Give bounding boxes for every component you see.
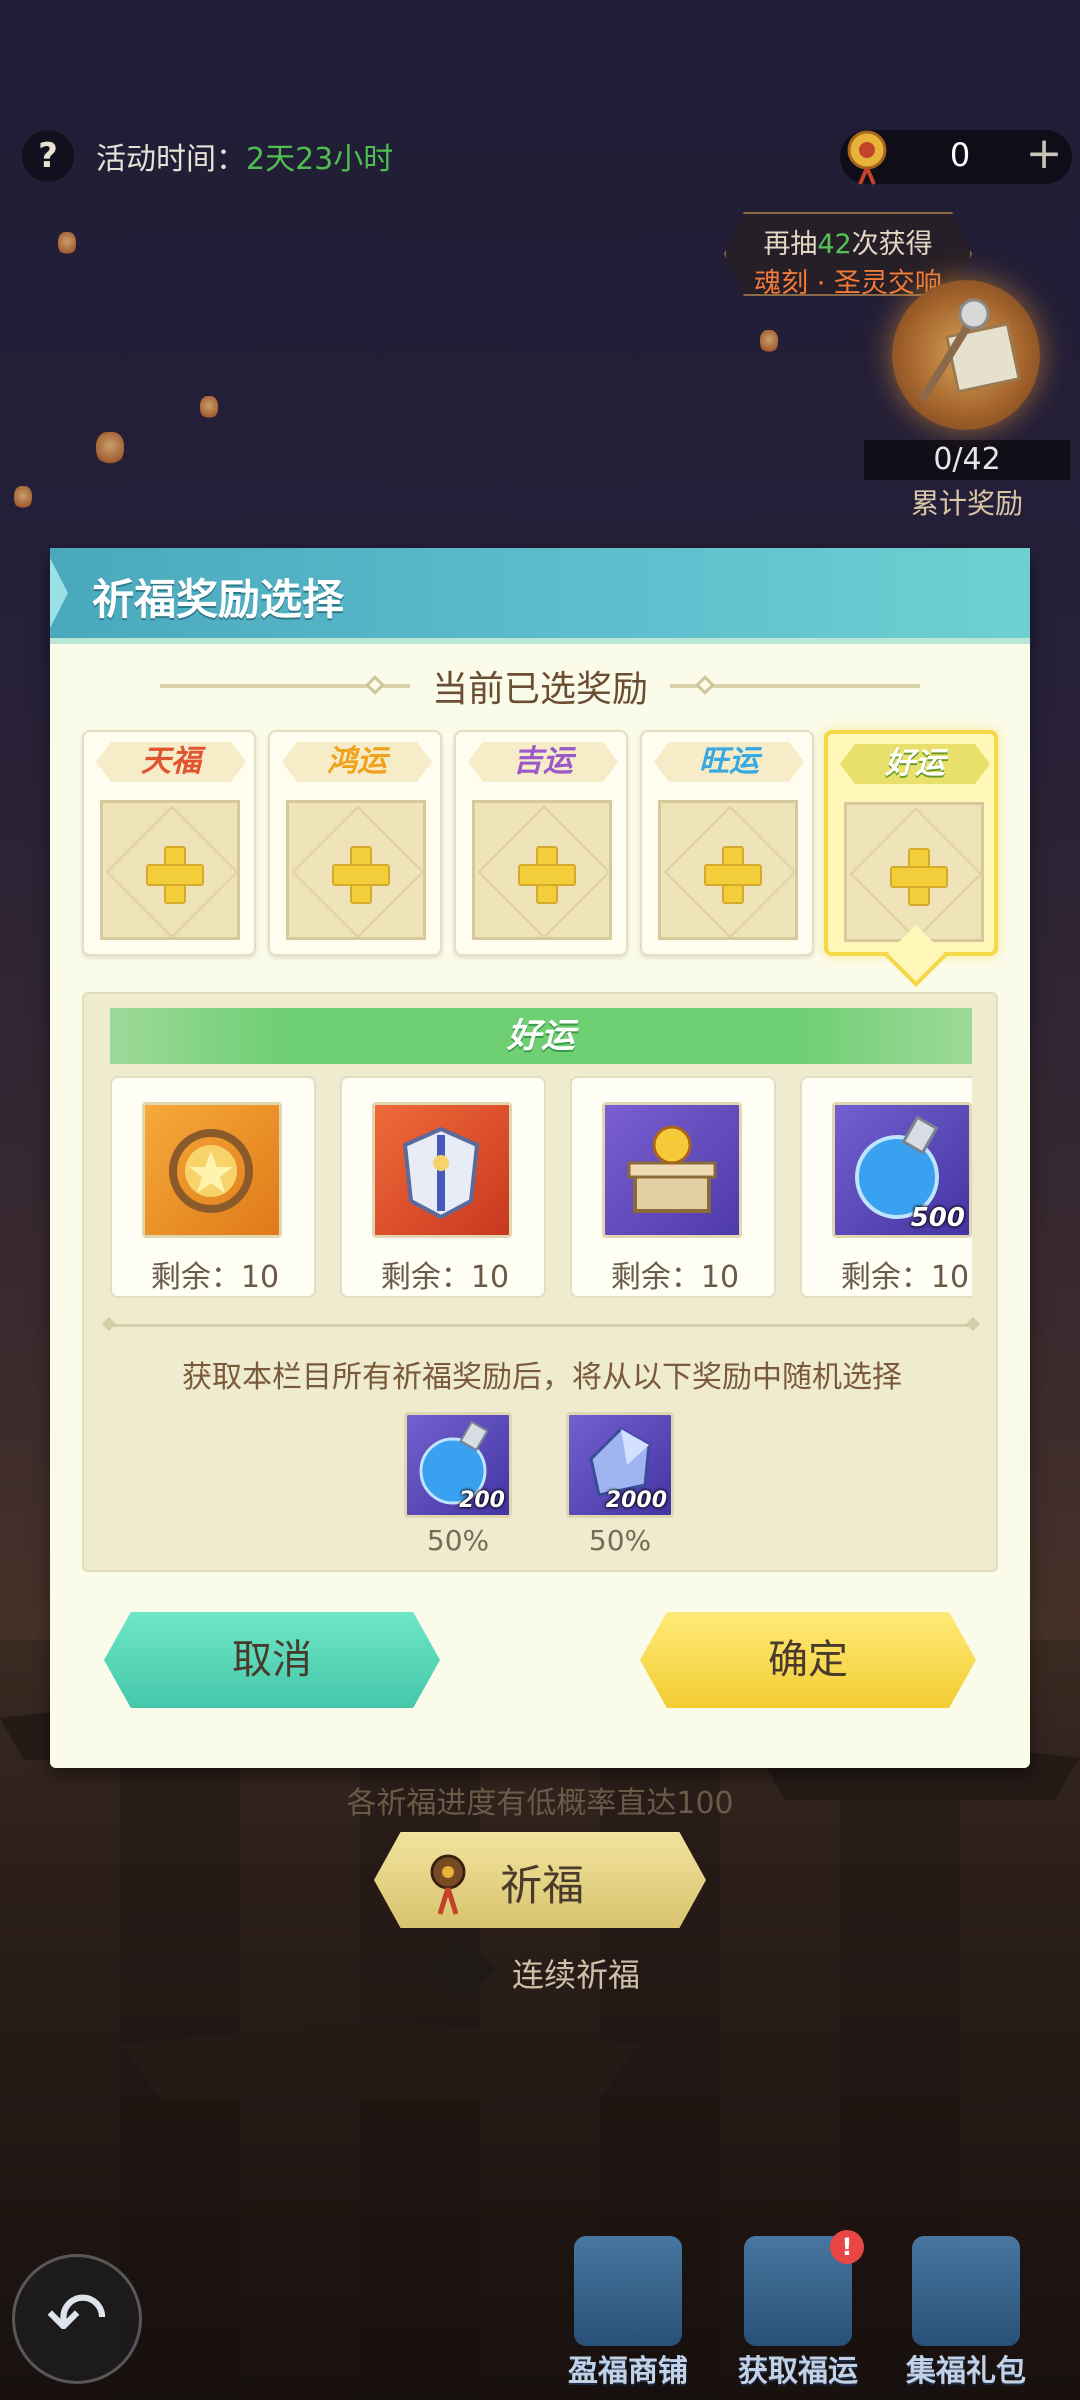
slot-label: 好运: [840, 744, 990, 784]
nav-label: 盈福商铺: [568, 2354, 688, 2389]
remaining-count: 剩余：10: [380, 1260, 510, 1295]
nav-get-fortune[interactable]: ! 获取福运: [722, 2230, 874, 2392]
drop-chance: 50%: [426, 1524, 490, 1557]
golden-compass-icon: [142, 1102, 282, 1238]
lantern-decoration: [200, 396, 218, 420]
remaining-count: 剩余：10: [610, 1260, 740, 1295]
slot-empty-box: [286, 800, 426, 940]
lantern-decoration: [58, 232, 76, 256]
back-arrow-icon: ↶: [45, 2276, 108, 2362]
lantern-decoration: [14, 486, 32, 510]
slot-label: 天福: [96, 742, 246, 782]
question-icon: ?: [38, 136, 58, 176]
item-quantity: 500: [910, 1203, 965, 1233]
treasure-orb-chest-icon: [602, 1102, 742, 1238]
slot-tianfu[interactable]: 天福: [82, 730, 256, 956]
modal-header: 祈福奖励选择: [50, 548, 1030, 644]
event-time: 活动时间：2天23小时: [96, 134, 393, 178]
item-quantity: 200: [459, 1488, 505, 1513]
cancel-button[interactable]: 取消: [104, 1612, 440, 1708]
random-reward-note: 获取本栏目所有祈福奖励后，将从以下奖励中随机选择: [182, 1360, 902, 1395]
drop-chance: 50%: [588, 1524, 652, 1557]
reward-item[interactable]: 剩余：10: [110, 1076, 316, 1298]
plus-icon: [332, 846, 390, 904]
section-title: 当前已选奖励: [431, 669, 648, 710]
nav-gift-pack[interactable]: 集福礼包: [890, 2236, 1042, 2392]
lantern-decoration: [96, 432, 124, 466]
slot-empty-box: [472, 800, 612, 940]
draw-hint-suffix: 次获得: [851, 229, 933, 260]
slot-jiyun[interactable]: 吉运: [454, 730, 628, 956]
reward-item[interactable]: 剩余：10: [340, 1076, 546, 1298]
plus-icon: [146, 846, 204, 904]
remaining-count: 剩余：10: [150, 1260, 280, 1295]
reward-item[interactable]: 500 剩余：10: [800, 1076, 972, 1298]
nav-label: 获取福运: [738, 2354, 858, 2389]
crystal-shard-icon: 2000: [566, 1412, 674, 1518]
back-button[interactable]: ↶: [12, 2254, 142, 2384]
pray-label: 祈福: [500, 1861, 585, 1910]
slot-haoyun[interactable]: 好运: [824, 730, 998, 956]
cumulative-reward-icon[interactable]: [892, 280, 1040, 430]
draw-hint-count: 42: [817, 229, 852, 260]
confirm-button[interactable]: 确定: [640, 1612, 976, 1708]
shop-chest-icon: [574, 2236, 682, 2346]
armor-icon: [372, 1102, 512, 1238]
currency-amount: 0: [949, 136, 971, 174]
notification-badge: !: [830, 2230, 864, 2264]
probability-note: 各祈福进度有低概率直达100: [346, 1786, 734, 1821]
event-time-value: 2天23小时: [246, 142, 394, 177]
cumulative-reward-label: 累计奖励: [910, 487, 1023, 520]
cumulative-progress: 0/42: [864, 440, 1070, 480]
selected-reward-slots: 天福 鸿运 吉运 旺运 好运: [82, 730, 1002, 956]
slot-empty-box: [658, 800, 798, 940]
reward-pool-panel: 好运 剩余：10 剩余：10 剩余：10 500 剩余：10 获取本栏目所有祈福…: [82, 992, 998, 1572]
plus-icon: [518, 846, 576, 904]
slot-empty-box: [844, 802, 984, 942]
lantern-decoration: [760, 330, 778, 354]
slot-label: 鸿运: [282, 742, 432, 782]
reward-item[interactable]: 剩余：10: [570, 1076, 776, 1298]
continuous-pray-label: 连续祈福: [512, 1956, 641, 1994]
slot-label: 旺运: [654, 742, 804, 782]
reward-item-list[interactable]: 剩余：10 剩余：10 剩余：10 500 剩余：10: [110, 1076, 972, 1306]
help-button[interactable]: ?: [22, 130, 74, 182]
blessing-token-icon: [430, 1854, 466, 1915]
remaining-count: 剩余：10: [840, 1260, 970, 1295]
slot-wangyun[interactable]: 旺运: [640, 730, 814, 956]
event-time-label: 活动时间：: [96, 142, 246, 177]
reward-selection-modal: 祈福奖励选择 当前已选奖励 天福 鸿运 吉运 旺运 好运 好运 剩余：10 剩余…: [50, 548, 1030, 1768]
random-reward-item[interactable]: 2000 50%: [566, 1412, 674, 1557]
blue-potion-icon: 200: [404, 1412, 512, 1518]
random-reward-item[interactable]: 200 50%: [404, 1412, 512, 1557]
blessing-token-icon: [847, 130, 887, 185]
slot-hongyun[interactable]: 鸿运: [268, 730, 442, 956]
panel-title: 好运: [110, 1008, 972, 1064]
modal-title: 祈福奖励选择: [92, 575, 345, 624]
slot-label: 吉运: [468, 742, 618, 782]
panel-divider: [108, 1324, 974, 1327]
plus-icon: [704, 846, 762, 904]
gift-box-icon: [912, 2236, 1020, 2346]
nav-shop[interactable]: 盈福商铺: [552, 2236, 704, 2392]
item-quantity: 2000: [605, 1488, 667, 1513]
draw-hint-prefix: 再抽: [763, 229, 818, 260]
slot-empty-box: [100, 800, 240, 940]
blue-potion-icon: 500: [832, 1102, 972, 1238]
scepter-scroll-icon: [918, 298, 1021, 403]
nav-label: 集福礼包: [906, 2354, 1026, 2389]
plus-icon: [890, 848, 948, 906]
draw-hint-line: 再抽42次获得: [726, 222, 970, 261]
add-currency-button[interactable]: +: [1022, 132, 1066, 178]
